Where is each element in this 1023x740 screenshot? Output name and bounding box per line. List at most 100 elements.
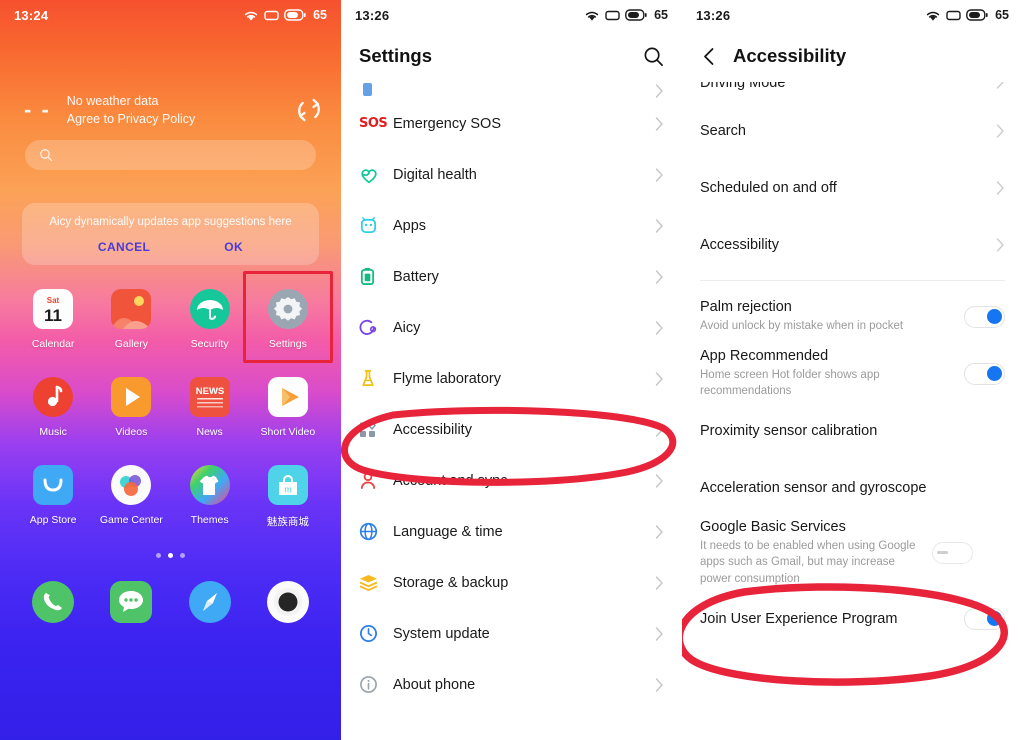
settings-row-emergency-sos[interactable]: SOS Emergency SOS [341, 98, 682, 149]
flask-icon [359, 369, 385, 388]
battery-icon [284, 9, 306, 21]
search-icon[interactable] [643, 46, 664, 67]
settings-row-digital-health[interactable]: Digital health [341, 149, 682, 200]
messages-icon [110, 581, 153, 624]
apps-android-icon [359, 216, 385, 235]
app-recommended-toggle[interactable] [964, 362, 1005, 385]
settings-row-about-phone[interactable]: About phone [341, 659, 682, 710]
dock-messages[interactable] [92, 579, 170, 625]
google-basic-services-toggle[interactable] [932, 542, 973, 564]
palm-rejection-toggle[interactable] [964, 305, 1005, 328]
news-icon: NEWS [188, 375, 232, 419]
app-settings[interactable]: Settings [242, 271, 333, 364]
dock-browser[interactable] [171, 579, 249, 625]
row-subtitle: It needs to be enabled when using Google… [700, 540, 916, 585]
settings-row-system-update[interactable]: System update [341, 608, 682, 659]
chevron-right-icon [655, 626, 663, 641]
chevron-right-icon [655, 167, 663, 182]
app-label: Gallery [114, 338, 148, 351]
accessibility-row-driving-mode[interactable]: Driving Mode [682, 82, 1023, 102]
accessibility-row-app-recommended[interactable]: App Recommended Home screen Hot folder s… [682, 345, 1023, 402]
accessibility-row-proximity-sensor-calibration[interactable]: Proximity sensor calibration [682, 402, 1023, 459]
settings-row-battery[interactable]: Battery [341, 251, 682, 302]
row-text: Scheduled on and off [700, 180, 996, 196]
app-label: Themes [190, 514, 229, 527]
search-input[interactable] [25, 140, 316, 171]
row-title: Search [700, 122, 746, 139]
settings-row-accessibility[interactable]: Accessibility [341, 404, 682, 455]
page-dot[interactable] [156, 553, 161, 559]
settings-row-label: Emergency SOS [393, 115, 501, 132]
music-note-icon [31, 375, 75, 419]
join-user-experience-program-toggle[interactable] [964, 607, 1005, 630]
app-store-bag-icon [31, 463, 75, 507]
app-app-store[interactable]: App Store [14, 463, 92, 529]
camera-icon [266, 581, 309, 624]
settings-row-language-and-time[interactable]: Language & time [341, 506, 682, 557]
battery-icon [625, 9, 647, 21]
chevron-right-icon [655, 422, 663, 437]
app-meizu-store[interactable]: m 魅族商城 [249, 463, 327, 529]
settings-row-label: Account and sync [393, 472, 508, 489]
accessibility-list: Driving Mode Search Scheduled on and off… [682, 82, 1023, 647]
row-subtitle: Avoid unlock by mistake when in pocket [700, 319, 904, 332]
app-game-center[interactable]: Game Center [92, 463, 170, 529]
aicy-card-text: Aicy dynamically updates app suggestions… [49, 216, 292, 229]
settings-row-partial[interactable] [341, 82, 682, 98]
accessibility-row-scheduled-on-and-off[interactable]: Scheduled on and off [682, 159, 1023, 216]
settings-row-aicy[interactable]: Aicy [341, 302, 682, 353]
status-bar: 13:26 65 [341, 0, 682, 30]
accessibility-row-join-user-experience-program[interactable]: Join User Experience Program [682, 590, 1023, 647]
themes-shirt-icon [188, 463, 232, 507]
app-label: Settings [268, 338, 307, 351]
dock-camera[interactable] [249, 579, 327, 625]
settings-row-label: Digital health [393, 166, 477, 183]
app-label: News [196, 426, 223, 439]
app-news[interactable]: NEWS News [171, 375, 249, 438]
no-sim-icon [605, 10, 620, 20]
aicy-cancel-button[interactable]: CANCEL [98, 240, 150, 254]
row-text: Driving Mode [700, 82, 996, 98]
battery-icon [966, 9, 988, 21]
row-text: App Recommended Home screen Hot folder s… [700, 348, 964, 400]
settings-row-storage-and-backup[interactable]: Storage & backup [341, 557, 682, 608]
row-title: Driving Mode [700, 82, 786, 91]
row-text: Google Basic Services It needs to be ena… [700, 519, 932, 587]
back-chevron-icon[interactable] [700, 47, 719, 66]
chevron-right-icon [655, 218, 663, 233]
phone-icon [32, 581, 75, 624]
dock-phone[interactable] [14, 579, 92, 625]
battery-icon [359, 267, 385, 286]
app-label: Short Video [260, 426, 316, 439]
settings-list: SOS Emergency SOS Digital health Apps Ba… [341, 82, 682, 710]
settings-row-label: Flyme laboratory [393, 370, 501, 387]
app-short-video[interactable]: Short Video [249, 375, 327, 438]
page-dot[interactable] [180, 553, 185, 559]
accessibility-row-search[interactable]: Search [682, 102, 1023, 159]
settings-row-account-and-sync[interactable]: Account and sync [341, 455, 682, 506]
app-gallery[interactable]: Gallery [92, 287, 170, 350]
chevron-right-icon [655, 473, 663, 488]
weather-widget[interactable]: - - No weather data Agree to Privacy Pol… [24, 92, 323, 128]
settings-row-apps[interactable]: Apps [341, 200, 682, 251]
app-themes[interactable]: Themes [171, 463, 249, 529]
app-videos[interactable]: Videos [92, 375, 170, 438]
accessibility-row-acceleration-sensor-and-gyroscope[interactable]: Acceleration sensor and gyroscope [682, 459, 1023, 516]
row-title: Scheduled on and off [700, 179, 837, 196]
aicy-ok-button[interactable]: OK [224, 240, 243, 254]
app-security[interactable]: Security [171, 287, 249, 350]
svg-text:m: m [284, 485, 292, 495]
status-icons: 65 [584, 8, 668, 22]
accessibility-row-palm-rejection[interactable]: Palm rejection Avoid unlock by mistake w… [682, 288, 1023, 345]
app-music[interactable]: Music [14, 375, 92, 438]
app-calendar[interactable]: Sat 11 Calendar [14, 287, 92, 350]
dock [14, 579, 327, 625]
accessibility-row-accessibility[interactable]: Accessibility [682, 216, 1023, 273]
row-title: Google Basic Services [700, 519, 846, 535]
status-bar: 13:26 65 [682, 0, 1023, 30]
page-indicator-dots[interactable] [0, 553, 341, 559]
refresh-icon[interactable] [295, 96, 323, 124]
accessibility-row-google-basic-services[interactable]: Google Basic Services It needs to be ena… [682, 516, 1023, 590]
settings-row-flyme-laboratory[interactable]: Flyme laboratory [341, 353, 682, 404]
page-dot-active[interactable] [168, 553, 173, 559]
